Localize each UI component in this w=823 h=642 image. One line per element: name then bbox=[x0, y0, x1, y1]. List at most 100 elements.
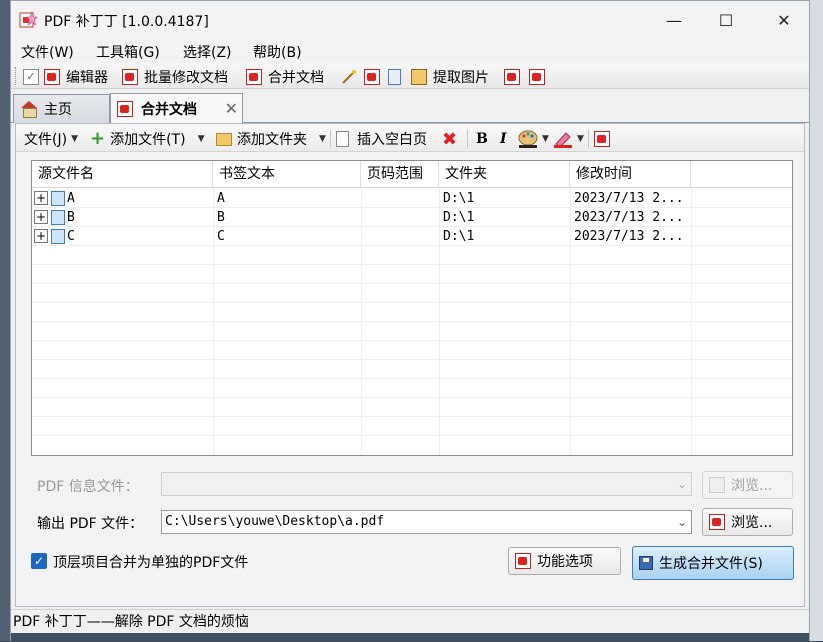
add-file-button[interactable]: + 添加文件(T) ▼ bbox=[90, 129, 205, 149]
color-button[interactable]: ▼ bbox=[518, 129, 549, 149]
insert-blank-page-button[interactable]: 插入空白页 bbox=[336, 129, 427, 149]
toolbar-grip[interactable] bbox=[15, 67, 18, 85]
grid-line bbox=[32, 321, 792, 322]
italic-button[interactable]: I bbox=[500, 129, 507, 149]
pdf-browse-icon bbox=[709, 514, 725, 530]
cell-source-name: C bbox=[67, 229, 75, 244]
delete-icon: ✖ bbox=[442, 128, 458, 150]
pdf-merge-icon bbox=[246, 69, 262, 85]
chevron-down-icon[interactable]: ⌄ bbox=[677, 511, 687, 533]
browse-icon bbox=[709, 477, 725, 493]
settings-button[interactable] bbox=[594, 129, 610, 149]
expand-icon[interactable]: + bbox=[34, 191, 48, 205]
title-bar: PDF 补丁丁 [1.0.0.4187] — ☐ ✕ bbox=[11, 1, 809, 39]
batch-modify-label: 批量修改文档 bbox=[144, 70, 228, 86]
grid-line bbox=[32, 397, 792, 398]
pdf-convert-icon bbox=[504, 69, 520, 85]
tab-close-icon[interactable]: ✕ bbox=[225, 99, 238, 118]
menu-toolbox[interactable]: 工具箱(G) bbox=[96, 42, 160, 62]
save-icon bbox=[639, 556, 653, 570]
table-row[interactable]: + C C D:\1 2023/7/13 2... bbox=[32, 227, 792, 246]
menu-select[interactable]: 选择(Z) bbox=[183, 42, 232, 62]
add-folder-button[interactable]: 添加文件夹 ▼ bbox=[216, 129, 326, 149]
plus-icon: + bbox=[90, 128, 106, 149]
close-button[interactable]: ✕ bbox=[761, 1, 807, 39]
convert-button[interactable] bbox=[504, 67, 520, 87]
pdf-file-icon bbox=[51, 210, 65, 225]
column-header-modified[interactable]: 修改时间 bbox=[570, 161, 691, 188]
cell-modified: 2023/7/13 2... bbox=[574, 229, 684, 244]
grid-line bbox=[32, 435, 792, 436]
add-folder-label: 添加文件夹 bbox=[237, 132, 307, 148]
document-tabs: 主页 合并文档 ✕ bbox=[11, 90, 809, 123]
column-header-page-range[interactable]: 页码范围 bbox=[361, 161, 439, 188]
browse-output-label: 浏览... bbox=[731, 515, 773, 531]
checklist-icon-button[interactable]: ✓ bbox=[23, 67, 39, 87]
copy-pages-icon bbox=[388, 69, 401, 85]
pdf-editor-icon bbox=[44, 69, 60, 85]
split-button[interactable] bbox=[364, 67, 380, 87]
menu-help[interactable]: 帮助(B) bbox=[253, 42, 302, 62]
tab-home[interactable]: 主页 bbox=[13, 94, 110, 123]
expand-icon[interactable]: + bbox=[34, 229, 48, 243]
dropdown-arrow-icon: ▼ bbox=[542, 134, 549, 144]
merge-panel: 文件(J)▼ + 添加文件(T)▼ 添加文件夹▼ 插入空白页 ✖ B I bbox=[15, 123, 805, 607]
magic-wand-icon bbox=[342, 70, 356, 84]
app-logo-icon bbox=[19, 11, 37, 28]
column-header-bookmark[interactable]: 书签文本 bbox=[213, 161, 361, 188]
grid-line bbox=[32, 378, 792, 379]
palette-icon bbox=[518, 130, 538, 148]
delete-button[interactable]: ✖ bbox=[442, 128, 458, 150]
column-header-source-name[interactable]: 源文件名 bbox=[32, 161, 213, 188]
insert-blank-label: 插入空白页 bbox=[357, 132, 427, 148]
ocr-button[interactable] bbox=[341, 67, 357, 87]
merge-top-level-checkbox[interactable]: ✓ bbox=[31, 553, 47, 569]
extract-images-label: 提取图片 bbox=[433, 70, 489, 86]
desktop-background-right bbox=[810, 0, 823, 641]
pdf-export-icon bbox=[529, 69, 545, 85]
merge-button[interactable]: 合并文档 bbox=[246, 67, 324, 87]
batch-modify-button[interactable]: 批量修改文档 bbox=[122, 67, 228, 87]
dropdown-arrow-icon: ▼ bbox=[577, 134, 584, 144]
table-row[interactable]: + B B D:\1 2023/7/13 2... bbox=[32, 208, 792, 227]
generate-merge-button[interactable]: 生成合并文件(S) bbox=[632, 546, 794, 580]
app-window: PDF 补丁丁 [1.0.0.4187] — ☐ ✕ 文件(W) 工具箱(G) … bbox=[10, 0, 810, 642]
merge-file-list[interactable]: 源文件名 书签文本 页码范围 文件夹 修改时间 + A A D:\1 2023/… bbox=[31, 160, 793, 456]
editor-label: 编辑器 bbox=[66, 70, 108, 86]
marker-button[interactable]: ▼ bbox=[553, 129, 584, 149]
maximize-button[interactable]: ☐ bbox=[703, 1, 749, 39]
browse-output-button[interactable]: 浏览... bbox=[702, 508, 793, 536]
browse-info-button: 浏览... bbox=[702, 471, 793, 499]
grid-line bbox=[32, 264, 792, 265]
grid-line bbox=[32, 359, 792, 360]
generate-merge-label: 生成合并文件(S) bbox=[659, 556, 763, 572]
minimize-button[interactable]: — bbox=[651, 1, 697, 39]
status-text: PDF 补丁丁——解除 PDF 文档的烦恼 bbox=[13, 614, 249, 630]
editor-button[interactable]: 编辑器 bbox=[44, 67, 108, 87]
merge-tab-icon bbox=[117, 100, 133, 117]
export-button[interactable] bbox=[529, 67, 545, 87]
status-bar: PDF 补丁丁——解除 PDF 文档的烦恼 bbox=[11, 609, 809, 633]
expand-icon[interactable]: + bbox=[34, 210, 48, 224]
options-button[interactable]: 功能选项 bbox=[508, 547, 621, 575]
dropdown-arrow-icon: ▼ bbox=[71, 134, 78, 144]
copy-button[interactable] bbox=[388, 67, 401, 87]
home-icon bbox=[20, 101, 38, 118]
chevron-down-icon: ⌄ bbox=[676, 477, 687, 491]
window-title: PDF 补丁丁 [1.0.0.4187] bbox=[44, 14, 209, 30]
menu-file[interactable]: 文件(W) bbox=[21, 42, 74, 62]
tab-home-label: 主页 bbox=[44, 102, 72, 118]
extract-images-button[interactable]: 提取图片 bbox=[411, 67, 489, 87]
tab-merge[interactable]: 合并文档 ✕ bbox=[110, 93, 243, 123]
bold-button[interactable]: B bbox=[476, 129, 488, 149]
table-row[interactable]: + A A D:\1 2023/7/13 2... bbox=[32, 189, 792, 208]
output-file-combo[interactable]: C:\Users\youwe\Desktop\a.pdf ⌄ bbox=[161, 510, 692, 534]
desktop-background-left bbox=[0, 0, 10, 641]
cell-modified: 2023/7/13 2... bbox=[574, 210, 684, 225]
checklist-icon: ✓ bbox=[23, 69, 39, 85]
column-header-folder[interactable]: 文件夹 bbox=[439, 161, 570, 188]
folder-icon bbox=[216, 132, 232, 146]
cell-source-name: B bbox=[67, 210, 75, 225]
menu-bar: 文件(W) 工具箱(G) 选择(Z) 帮助(B) bbox=[11, 39, 809, 63]
file-dropdown[interactable]: 文件(J) ▼ bbox=[24, 129, 78, 149]
